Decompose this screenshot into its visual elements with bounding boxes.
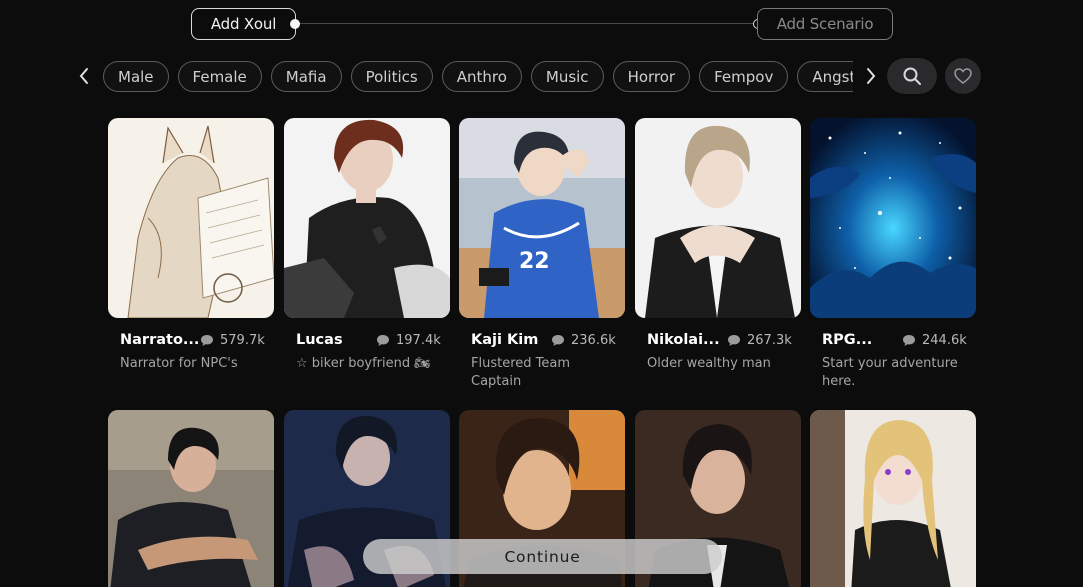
progress-stepper: Add Xoul Add Scenario (191, 8, 893, 40)
comment-count-value: 197.4k (396, 332, 441, 348)
character-card[interactable]: Nikolai... 267.3k Older wealthy man (635, 118, 801, 373)
chip-mafia[interactable]: Mafia (270, 61, 342, 92)
comment-icon (201, 334, 213, 346)
heart-icon (954, 68, 972, 84)
chip-politics[interactable]: Politics (350, 61, 433, 92)
character-card[interactable]: 22 Kaji Kim 236.6k Flustered Team Captai… (459, 118, 625, 391)
chip-angst[interactable]: Angst (797, 61, 853, 92)
comment-count-value: 579.7k (220, 332, 265, 348)
chip-horror[interactable]: Horror (612, 61, 691, 92)
character-name: Lucas (296, 332, 343, 348)
character-description: Flustered Team Captain (471, 356, 570, 389)
comment-count-value: 267.3k (747, 332, 792, 348)
character-portrait (108, 410, 274, 587)
character-card[interactable]: Narrato... 579.7k Narrator for NPC's (108, 118, 274, 373)
character-card[interactable]: Lucas 197.4k ☆ biker boyfriend 🏍 (284, 118, 450, 373)
comment-icon (552, 334, 564, 346)
category-chips: Male Female Mafia Politics Anthro Music … (103, 61, 853, 93)
comment-count: 579.7k (200, 333, 265, 348)
character-description: Older wealthy man (647, 356, 771, 371)
character-name: Narrato... (120, 332, 200, 348)
category-filter-bar: Male Female Mafia Politics Anthro Music … (72, 57, 987, 97)
svg-text:22: 22 (519, 249, 550, 274)
character-card[interactable] (108, 410, 274, 587)
search-icon (903, 67, 921, 85)
character-portrait (810, 118, 976, 318)
character-card[interactable]: RPG... 244.6k Start your adventure here. (810, 118, 976, 391)
chip-anthro[interactable]: Anthro (441, 61, 522, 92)
character-portrait (108, 118, 274, 318)
search-button[interactable] (887, 58, 937, 94)
character-description: ☆ biker boyfriend 🏍 (296, 356, 431, 371)
chip-male[interactable]: Male (103, 61, 169, 92)
character-portrait (810, 410, 976, 587)
comment-icon (903, 334, 915, 346)
character-description: Narrator for NPC's (120, 356, 238, 371)
comment-icon (728, 334, 740, 346)
chip-female[interactable]: Female (177, 61, 262, 92)
favorites-button[interactable] (945, 58, 981, 94)
chevron-right-icon[interactable] (859, 62, 883, 90)
character-name: Nikolai... (647, 332, 720, 348)
add-xoul-step[interactable]: Add Xoul (191, 8, 296, 40)
comment-count-value: 236.6k (571, 332, 616, 348)
character-portrait (635, 118, 801, 318)
stepper-line (295, 23, 758, 24)
character-portrait (284, 118, 450, 318)
comment-count: 236.6k (551, 333, 616, 348)
character-name: RPG... (822, 332, 873, 348)
add-scenario-step[interactable]: Add Scenario (757, 8, 893, 40)
character-name: Kaji Kim (471, 332, 539, 348)
chip-fempov[interactable]: Fempov (699, 61, 789, 92)
character-description: Start your adventure here. (822, 356, 958, 389)
character-card[interactable] (810, 410, 976, 587)
continue-button[interactable]: Continue (363, 539, 722, 574)
comment-count: 267.3k (727, 333, 792, 348)
comment-count: 244.6k (902, 333, 967, 348)
comment-count-value: 244.6k (922, 332, 967, 348)
comment-icon (377, 334, 389, 346)
comment-count: 197.4k (376, 333, 441, 348)
step-dot-active (290, 19, 300, 29)
character-portrait: 22 (459, 118, 625, 318)
chip-music[interactable]: Music (530, 61, 604, 92)
chevron-left-icon[interactable] (72, 62, 96, 90)
